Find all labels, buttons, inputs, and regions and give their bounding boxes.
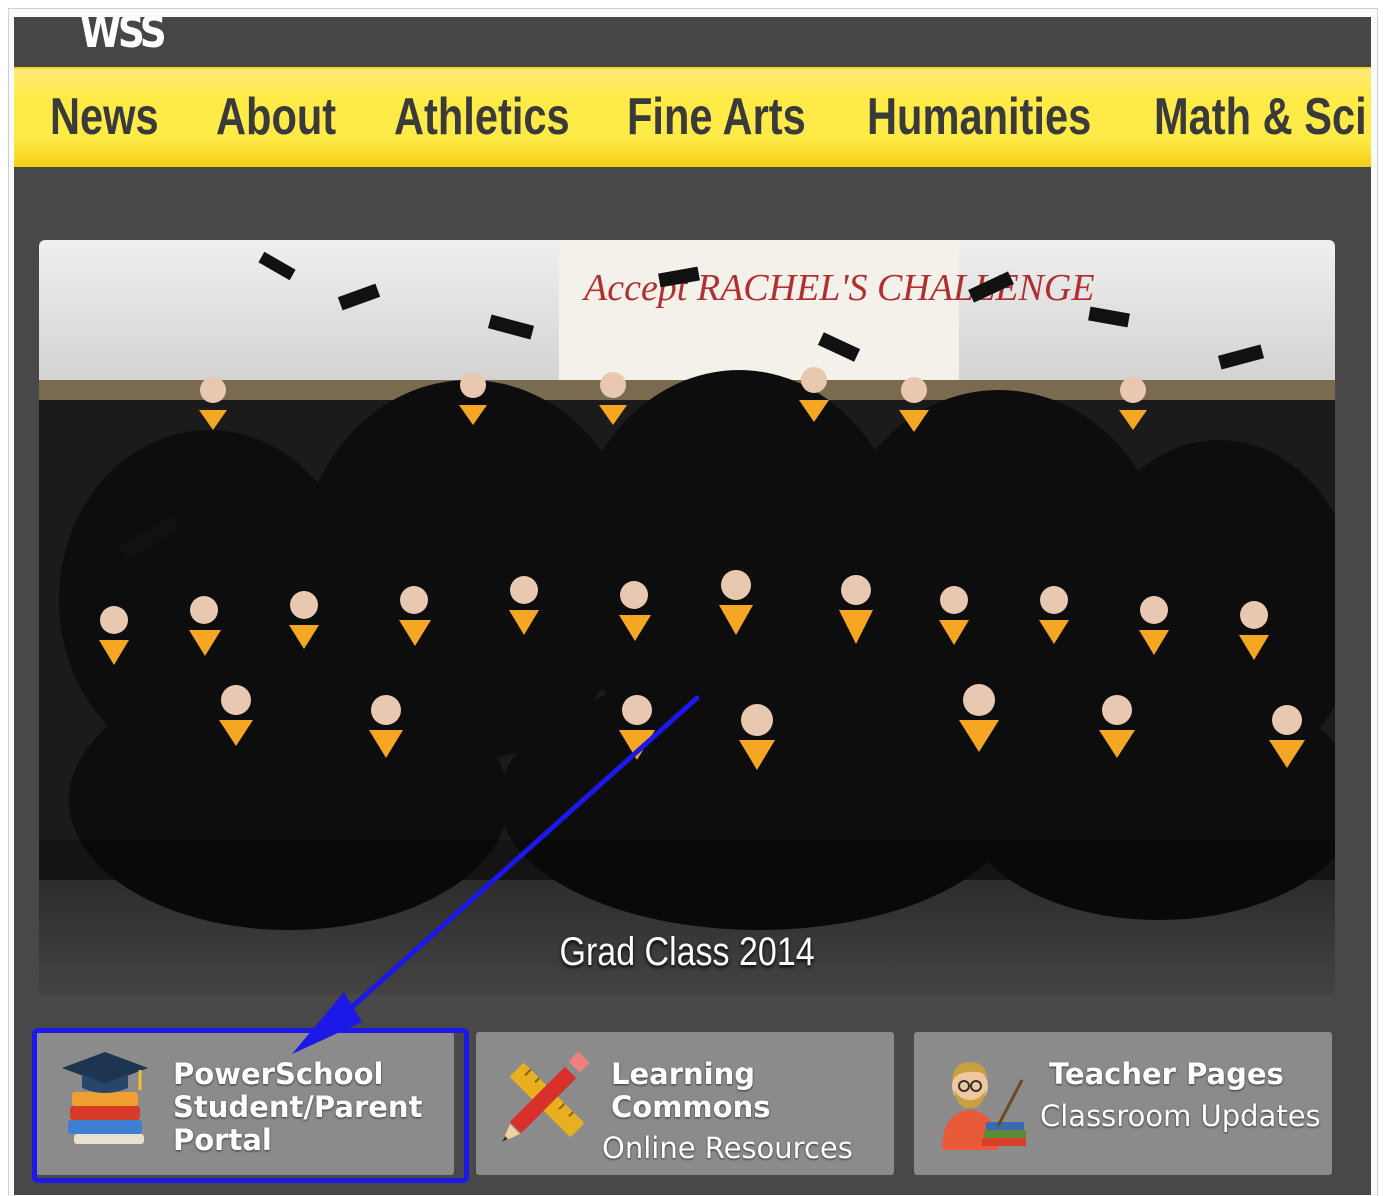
grad-class-photo: Accept RACHEL'S CHALLENGE bbox=[39, 240, 1335, 995]
hero-slideshow[interactable]: Accept RACHEL'S CHALLENGE Grad Class 201… bbox=[39, 240, 1335, 995]
nav-math-science[interactable]: Math & Sci bbox=[1154, 87, 1367, 147]
teacher-pages-tile[interactable]: Teacher Pages Classroom Updates bbox=[914, 1032, 1332, 1175]
nav-athletics[interactable]: Athletics bbox=[394, 87, 570, 147]
teacher-pages-title-line-1: Teacher Pages bbox=[1049, 1057, 1284, 1091]
teacher-icon bbox=[942, 1062, 1026, 1150]
learning-commons-title-line-2: Commons bbox=[611, 1090, 771, 1124]
nav-humanities[interactable]: Humanities bbox=[867, 87, 1091, 147]
teacher-pages-subtitle: Classroom Updates bbox=[1040, 1099, 1321, 1133]
nav-news[interactable]: News bbox=[50, 87, 159, 147]
banner-text: Accept RACHEL'S CHALLENGE bbox=[581, 267, 1095, 309]
school-logo[interactable]: WSS bbox=[80, 17, 167, 55]
slide-caption: Grad Class 2014 bbox=[559, 930, 815, 974]
learning-commons-subtitle: Online Resources bbox=[602, 1131, 853, 1165]
main-nav: News About Athletics Fine Arts Humanitie… bbox=[14, 67, 1371, 167]
header-bar: WSS bbox=[14, 17, 1371, 67]
nav-fine-arts[interactable]: Fine Arts bbox=[627, 87, 806, 147]
learning-commons-tile[interactable]: Learning Commons Online Resources bbox=[476, 1032, 894, 1175]
pencil-ruler-icon bbox=[502, 1051, 590, 1142]
school-homepage: WSS News About Athletics Fine Arts Human… bbox=[14, 17, 1371, 1195]
nav-about[interactable]: About bbox=[216, 87, 336, 147]
learning-commons-title-line-1: Learning bbox=[611, 1057, 756, 1091]
annotation-highlight-box bbox=[32, 1028, 469, 1183]
teacher-pages-title: Teacher Pages bbox=[1049, 1058, 1284, 1091]
learning-commons-title: Learning Commons bbox=[611, 1058, 770, 1124]
